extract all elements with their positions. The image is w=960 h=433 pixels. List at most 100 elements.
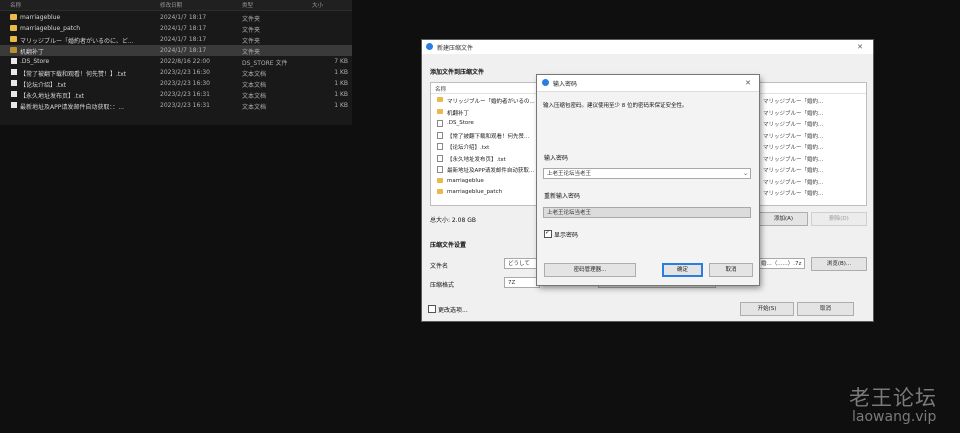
explorer-cell-date: 2024/1/7 18:17 bbox=[160, 47, 207, 54]
explorer-cell-size: 1 KB bbox=[334, 80, 348, 87]
format-label: 压缩格式 bbox=[430, 282, 455, 289]
file-list-name: marriageblue bbox=[447, 177, 484, 184]
file-list-path: マリッジブルー「婚約... bbox=[763, 110, 824, 117]
filename-input-tail[interactable]: 婚...（......）.7z bbox=[757, 258, 805, 269]
explorer-row[interactable]: マリッジブルー「婚約者がいるのに、ど... 2024/1/7 18:17 文件夹 bbox=[0, 34, 352, 45]
watermark-logo: 老王论坛 bbox=[849, 386, 937, 410]
file-list-name: 机翻补丁 bbox=[447, 110, 470, 117]
show-password-label: 显示密码 bbox=[554, 232, 579, 239]
file-icon bbox=[11, 80, 17, 86]
close-icon[interactable]: ✕ bbox=[855, 42, 865, 52]
explorer-cell-type: 文件夹 bbox=[242, 27, 261, 34]
add-files-section-label: 添加文件到压缩文件 bbox=[430, 69, 485, 76]
archive-settings-label: 压缩文件设置 bbox=[430, 242, 467, 249]
file-list-path: マリッジブルー「婚約... bbox=[763, 99, 824, 105]
explorer-row[interactable]: 【永久地址发布页】.txt 2023/2/23 16:31 文本文档 1 KB bbox=[0, 89, 352, 100]
password-manager-button[interactable]: 密码管理器... bbox=[544, 263, 636, 277]
explorer-row[interactable]: 最新地址及APP请发邮件自动获取：：... 2023/2/23 16:31 文本文档… bbox=[0, 100, 352, 111]
password-dialog: 输入密码 ✕ 输入压缩包密码。建议使用至少 8 位的密码来保证安全性。 输入密码… bbox=[537, 75, 759, 285]
explorer-cell-type: 文件夹 bbox=[242, 16, 261, 23]
more-options-label: 更改选项... bbox=[438, 307, 468, 314]
file-list-path: マリッジブルー「婚約... bbox=[763, 122, 824, 128]
password-dialog-title: 输入密码 bbox=[553, 81, 578, 88]
file-icon bbox=[437, 154, 443, 162]
start-button[interactable]: 开始(S) bbox=[740, 302, 794, 316]
filename-label: 文件名 bbox=[430, 263, 449, 270]
password-hint: 输入压缩包密码。建议使用至少 8 位的密码来保证安全性。 bbox=[543, 103, 688, 109]
list-column-name[interactable]: 名称 bbox=[435, 85, 446, 93]
password-label: 输入密码 bbox=[544, 155, 569, 162]
password-input[interactable]: 上老王论坛当老王 bbox=[543, 168, 751, 179]
add-button[interactable]: 添加(A) bbox=[759, 212, 808, 226]
file-list-path: マリッジブルー「婚約... bbox=[763, 145, 824, 151]
password-titlebar: 输入密码 ✕ bbox=[537, 75, 759, 92]
file-icon bbox=[11, 102, 17, 108]
watermark-url: laowang.vip bbox=[852, 409, 937, 425]
explorer-row[interactable]: marriageblue_patch 2024/1/7 18:17 文件夹 bbox=[0, 23, 352, 34]
dialog-titlebar: 新建压缩文件 ✕ bbox=[422, 40, 873, 54]
column-name[interactable]: 名称 bbox=[10, 1, 21, 9]
folder-icon bbox=[10, 47, 17, 53]
folder-icon bbox=[10, 14, 17, 20]
browse-button[interactable]: 浏览(B)... bbox=[811, 257, 867, 271]
main-cancel-button[interactable]: 取消 bbox=[797, 302, 854, 316]
explorer-cell-type: 文本文档 bbox=[242, 93, 267, 100]
explorer-cell-date: 2022/8/16 22:00 bbox=[160, 58, 210, 65]
explorer-cell-date: 2023/2/23 16:31 bbox=[160, 91, 210, 98]
explorer-row[interactable]: 机翻补丁 2024/1/7 18:17 文件夹 bbox=[0, 45, 352, 56]
explorer-cell-name: マリッジブルー「婚約者がいるのに、ど... bbox=[20, 38, 134, 45]
file-list-name: 【常了被翻下载和观看！何先赞... bbox=[447, 133, 530, 140]
explorer-cell-date: 2023/2/23 16:30 bbox=[160, 69, 210, 76]
explorer-cell-name: .DS_Store bbox=[20, 58, 50, 65]
format-select[interactable]: 7Z bbox=[504, 277, 540, 288]
explorer-cell-date: 2024/1/7 18:17 bbox=[160, 25, 207, 32]
confirm-password-input[interactable]: 上老王论坛当老王 bbox=[543, 207, 751, 218]
explorer-cell-size: 1 KB bbox=[334, 69, 348, 76]
explorer-row[interactable]: .DS_Store 2022/8/16 22:00 DS_STORE 文件 7 KB bbox=[0, 56, 352, 67]
total-size-label: 总大小: 2.08 GB bbox=[430, 217, 476, 224]
column-size[interactable]: 大小 bbox=[312, 1, 323, 9]
explorer-cell-name: marriageblue_patch bbox=[20, 25, 81, 32]
folder-icon bbox=[10, 36, 17, 42]
explorer-row[interactable]: 【论坛介绍】.txt 2023/2/23 16:30 文本文档 1 KB bbox=[0, 78, 352, 89]
explorer-cell-size: 1 KB bbox=[334, 91, 348, 98]
file-icon bbox=[11, 69, 17, 75]
explorer-column-header: 名称 修改日期 类型 大小 bbox=[0, 0, 352, 11]
file-icon bbox=[437, 120, 443, 127]
explorer-cell-name: 最新地址及APP请发邮件自动获取：：... bbox=[20, 104, 125, 111]
file-list-name: 【论坛介绍】.txt bbox=[447, 145, 490, 151]
folder-icon bbox=[437, 108, 443, 114]
show-password-checkbox[interactable] bbox=[544, 229, 552, 238]
file-icon bbox=[437, 143, 443, 150]
file-list-path: マリッジブルー「婚約... bbox=[763, 168, 824, 174]
password-cancel-button[interactable]: 取消 bbox=[709, 263, 753, 277]
explorer-row[interactable]: 【常了被翻下载和观看！何先赞！】.txt 2023/2/23 16:30 文本文档 1… bbox=[0, 67, 352, 78]
column-date[interactable]: 修改日期 bbox=[160, 1, 182, 9]
more-options-checkbox[interactable] bbox=[428, 305, 436, 313]
chevron-down-icon[interactable]: ⌄ bbox=[743, 170, 748, 177]
explorer-cell-name: 【常了被翻下载和观看！何先赞！】.txt bbox=[20, 71, 127, 78]
explorer-cell-name: marriageblue bbox=[20, 14, 61, 21]
explorer-cell-type: 文件夹 bbox=[242, 38, 261, 45]
explorer-cell-type: 文本文档 bbox=[242, 82, 267, 89]
filename-input[interactable]: どうして bbox=[504, 258, 540, 269]
ok-button[interactable]: 确定 bbox=[662, 263, 703, 277]
folder-icon bbox=[437, 189, 443, 194]
remove-button[interactable]: 删除(D) bbox=[811, 212, 867, 226]
app-icon bbox=[542, 79, 549, 86]
confirm-password-label: 重新输入密码 bbox=[544, 193, 581, 200]
column-type[interactable]: 类型 bbox=[242, 1, 253, 9]
file-list-name: marriageblue_patch bbox=[447, 189, 503, 195]
file-list-name: .DS_Store bbox=[447, 120, 474, 126]
explorer-cell-size: 7 KB bbox=[334, 58, 348, 65]
file-icon bbox=[437, 166, 443, 173]
file-list-name: 【永久地址发布页】.txt bbox=[447, 156, 506, 163]
file-explorer: 名称 修改日期 类型 大小 marriageblue 2024/1/7 18:17… bbox=[0, 0, 352, 125]
explorer-cell-date: 2023/2/23 16:31 bbox=[160, 102, 210, 109]
file-list-name: 最新地址及APP请发邮件自动获取... bbox=[447, 168, 535, 174]
file-list-path: マリッジブルー「婚約... bbox=[763, 179, 824, 186]
explorer-row[interactable]: marriageblue 2024/1/7 18:17 文件夹 bbox=[0, 12, 352, 23]
close-icon[interactable]: ✕ bbox=[743, 78, 753, 88]
explorer-cell-name: 机翻补丁 bbox=[20, 49, 45, 56]
file-list-path: マリッジブルー「婚約... bbox=[763, 191, 824, 197]
